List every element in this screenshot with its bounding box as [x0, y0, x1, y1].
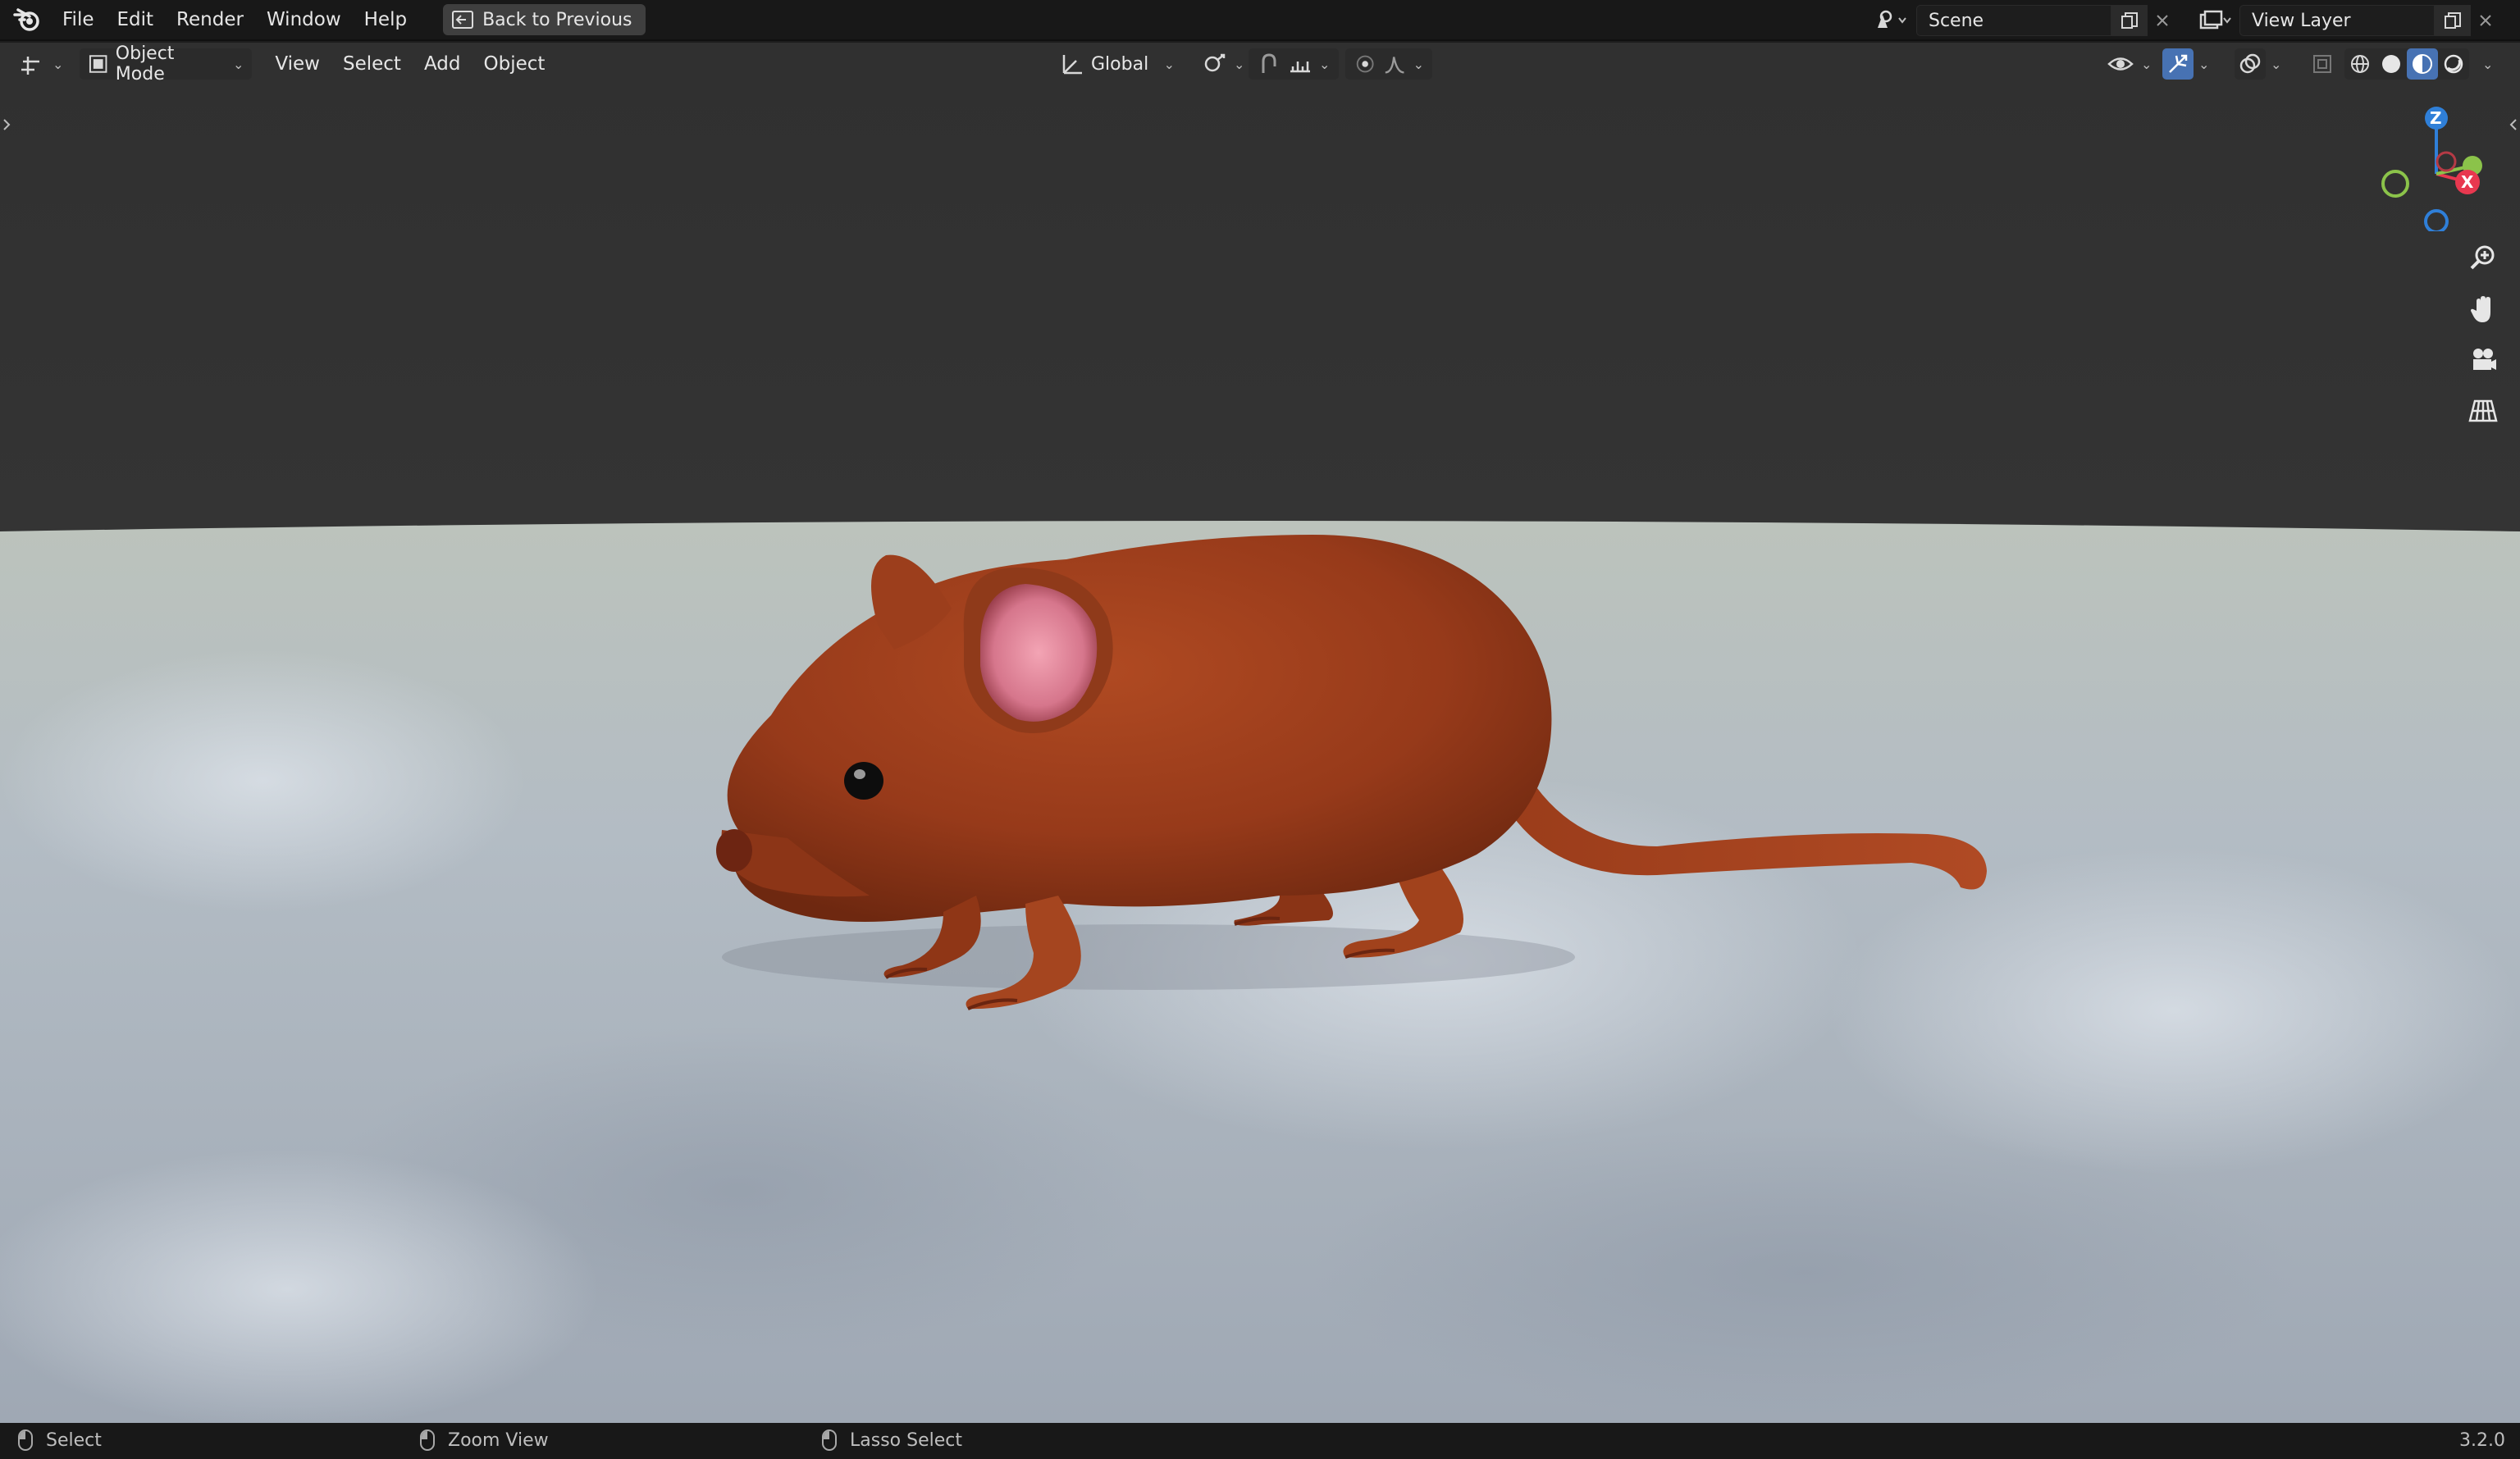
3d-viewport[interactable]: Z X [0, 43, 2520, 1423]
version-label: 3.2.0 [2459, 1430, 2505, 1451]
mouse-icon [822, 1429, 837, 1451]
view-layer-name-field[interactable]: View Layer [2239, 5, 2435, 36]
proportional-icon[interactable]: ⌄ [1345, 48, 1432, 80]
navigation-gizmo[interactable]: Z X [2371, 100, 2502, 231]
status-zoom-label: Zoom View [448, 1429, 549, 1451]
status-zoom-hint: Zoom View [420, 1429, 549, 1451]
material-shading-icon[interactable] [2407, 48, 2438, 80]
status-select-hint: Select [18, 1429, 102, 1451]
object-mode-label: Object Mode [115, 43, 175, 84]
menu-edit[interactable]: Edit [106, 0, 166, 40]
editor-type-icon[interactable]: ⌄ [10, 48, 71, 80]
view-layer-selector: View Layer [2192, 5, 2500, 36]
top-menu-bar: File Edit Render Window Help Back to Pre… [0, 0, 2520, 41]
status-lasso-label: Lasso Select [850, 1429, 962, 1451]
shading-options-icon[interactable]: ⌄ [2482, 57, 2493, 72]
copy-icon[interactable] [2435, 5, 2471, 36]
header-menu-view[interactable]: View [263, 53, 331, 75]
object-mode-icon [89, 55, 107, 73]
back-icon [452, 11, 474, 29]
wireframe-shading-icon[interactable] [2344, 48, 2376, 80]
overlay-icon[interactable] [2235, 48, 2266, 80]
menu-window[interactable]: Window [255, 0, 353, 40]
header-menu-add[interactable]: Add [413, 53, 472, 75]
toolbar-expand-icon[interactable] [0, 108, 13, 141]
object-mode-dropdown[interactable]: Object Mode ⌄ [80, 43, 253, 84]
gizmo-toggle[interactable]: ⌄ [2162, 48, 2228, 80]
status-bar: Select Zoom View Lasso Select 3.2.0 [0, 1423, 2520, 1459]
view-layer-name: View Layer [2252, 10, 2351, 31]
copy-icon[interactable] [2111, 5, 2148, 36]
rendered-shading-icon[interactable] [2438, 48, 2469, 80]
view-layer-icon[interactable] [2192, 5, 2239, 36]
mouse-icon [420, 1429, 435, 1451]
viewport-header: ⌄ Object Mode ⌄ View Select Add Object G… [0, 43, 2520, 85]
scene-name: Scene [1929, 10, 1984, 31]
scene-name-field[interactable]: Scene [1916, 5, 2111, 36]
status-lasso-hint: Lasso Select [822, 1429, 962, 1451]
scene-selector: Scene [1869, 5, 2177, 36]
close-icon[interactable] [2148, 5, 2177, 36]
header-menu-object[interactable]: Object [472, 53, 557, 75]
pivot-icon[interactable]: ⌄ [1194, 48, 1253, 80]
snap-icon[interactable]: ⌄ [1249, 48, 1339, 80]
camera-icon[interactable] [2463, 340, 2504, 381]
blender-logo-icon[interactable] [11, 4, 43, 35]
shading-mode-group [2344, 48, 2469, 80]
mouse-icon [18, 1429, 33, 1451]
xray-icon[interactable] [2307, 48, 2338, 80]
status-select-label: Select [46, 1429, 102, 1451]
hand-icon[interactable] [2463, 289, 2504, 330]
grid-icon[interactable] [2463, 390, 2504, 431]
back-to-previous-label: Back to Previous [482, 9, 632, 30]
menu-render[interactable]: Render [165, 0, 255, 40]
gizmo-icon[interactable] [2162, 48, 2194, 80]
menu-help[interactable]: Help [353, 0, 418, 40]
visibility-icon[interactable]: ⌄ [2098, 48, 2160, 80]
header-menu-select[interactable]: Select [331, 53, 413, 75]
zoom-icon[interactable] [2463, 238, 2504, 279]
overlay-toggle[interactable]: ⌄ [2235, 48, 2300, 80]
orientation-icon [1062, 55, 1082, 75]
sidebar-expand-icon[interactable] [2507, 108, 2520, 141]
transform-orientation-dropdown[interactable]: Global ⌄ [1052, 48, 1183, 80]
solid-shading-icon[interactable] [2376, 48, 2407, 80]
close-icon[interactable] [2471, 5, 2500, 36]
z-axis-label: Z [2430, 108, 2442, 128]
menu-file[interactable]: File [51, 0, 106, 40]
x-axis-label: X [2461, 172, 2474, 192]
scene-icon[interactable] [1869, 5, 1916, 36]
viewport-scene [0, 43, 2520, 1423]
transform-orientation-label: Global [1091, 53, 1149, 75]
back-to-previous-button[interactable]: Back to Previous [443, 4, 646, 35]
